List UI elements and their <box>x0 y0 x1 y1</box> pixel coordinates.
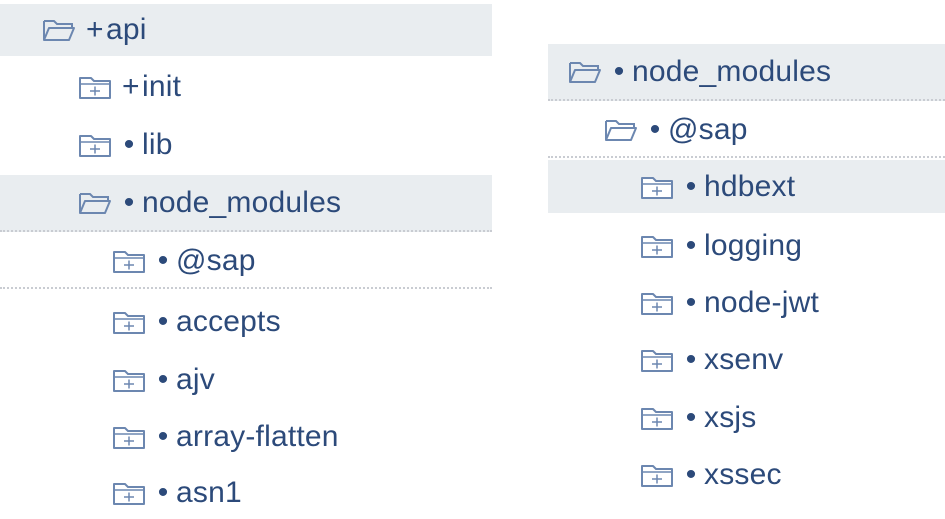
folder-closed-plus-icon <box>640 462 674 488</box>
folder-closed-plus-icon <box>640 290 674 316</box>
tree-row-init[interactable]: + init <box>0 61 492 113</box>
tree-row-prefix: • <box>123 185 135 219</box>
folder-open-icon <box>42 17 76 43</box>
tree-row-label: xsjs <box>704 401 757 434</box>
tree-row-node-modules[interactable]: • node_modules <box>548 44 945 101</box>
folder-closed-plus-icon <box>112 248 146 274</box>
folder-open-icon <box>78 190 112 216</box>
tree-row-ajv[interactable]: • ajv <box>0 354 492 406</box>
folder-open-icon <box>604 117 638 143</box>
tree-row-label: xsenv <box>704 343 784 376</box>
tree-row-prefix: • <box>157 363 169 396</box>
tree-row-prefix: • <box>157 420 169 453</box>
tree-row-prefix: • <box>685 229 697 262</box>
tree-row-label: node_modules <box>632 54 832 88</box>
tree-row-node-jwt[interactable]: • node-jwt <box>548 277 945 329</box>
tree-row-hdbext[interactable]: • hdbext <box>548 160 945 213</box>
tree-row-label: lib <box>142 128 173 161</box>
tree-row-api[interactable]: + api <box>0 4 492 56</box>
tree-row-node-modules[interactable]: • node_modules <box>0 175 492 232</box>
tree-row-at-sap[interactable]: • @sap <box>548 104 945 158</box>
tree-row-label: node_modules <box>142 185 342 219</box>
tree-row-label: hdbext <box>704 169 796 203</box>
tree-row-label: node-jwt <box>704 286 819 319</box>
folder-closed-plus-icon <box>112 309 146 335</box>
folder-closed-plus-icon <box>640 405 674 431</box>
tree-row-prefix: • <box>123 128 135 161</box>
tree-row-prefix: • <box>685 343 697 376</box>
folder-closed-plus-icon <box>78 132 112 158</box>
folder-closed-plus-icon <box>640 233 674 259</box>
tree-row-label: xssec <box>704 458 782 491</box>
folder-closed-plus-icon <box>640 174 674 200</box>
tree-row-prefix: • <box>685 401 697 434</box>
tree-row-prefix: • <box>157 305 169 338</box>
tree-row-label: @sap <box>668 113 748 146</box>
tree-row-prefix: • <box>685 169 697 203</box>
tree-row-prefix: + <box>122 70 140 103</box>
tree-row-at-sap[interactable]: • @sap <box>0 235 492 289</box>
tree-row-asn1[interactable]: • asn1 <box>0 467 492 519</box>
tree-row-label: ajv <box>176 363 215 396</box>
folder-closed-plus-icon <box>112 367 146 393</box>
tree-row-lib[interactable]: • lib <box>0 119 492 171</box>
tree-row-prefix: + <box>86 13 104 46</box>
folder-closed-plus-icon <box>112 424 146 450</box>
folder-closed-plus-icon <box>78 74 112 100</box>
tree-row-accepts[interactable]: • accepts <box>0 296 492 348</box>
folder-closed-plus-icon <box>640 347 674 373</box>
tree-row-logging[interactable]: • logging <box>548 220 945 272</box>
tree-row-label: asn1 <box>176 476 242 509</box>
tree-row-xsenv[interactable]: • xsenv <box>548 334 945 386</box>
tree-row-prefix: • <box>685 458 697 491</box>
left-tree-panel: + api + init • lib • node_modules • @sap… <box>0 0 492 508</box>
tree-row-prefix: • <box>613 54 625 88</box>
tree-row-prefix: • <box>157 244 169 277</box>
tree-row-label: accepts <box>176 305 281 338</box>
folder-closed-plus-icon <box>112 480 146 506</box>
tree-row-label: api <box>106 13 147 46</box>
tree-row-label: init <box>142 70 182 103</box>
tree-row-label: array-flatten <box>176 420 339 453</box>
right-tree-panel: • node_modules • @sap • hdbext • logging… <box>548 0 945 501</box>
tree-row-prefix: • <box>649 113 661 146</box>
tree-row-prefix: • <box>157 476 169 509</box>
tree-row-xsjs[interactable]: • xsjs <box>548 392 945 444</box>
tree-row-label: @sap <box>176 244 256 277</box>
tree-row-array-flatten[interactable]: • array-flatten <box>0 411 492 463</box>
tree-row-xssec[interactable]: • xssec <box>548 449 945 501</box>
folder-open-icon <box>568 59 602 85</box>
tree-row-label: logging <box>704 229 803 262</box>
tree-row-prefix: • <box>685 286 697 319</box>
